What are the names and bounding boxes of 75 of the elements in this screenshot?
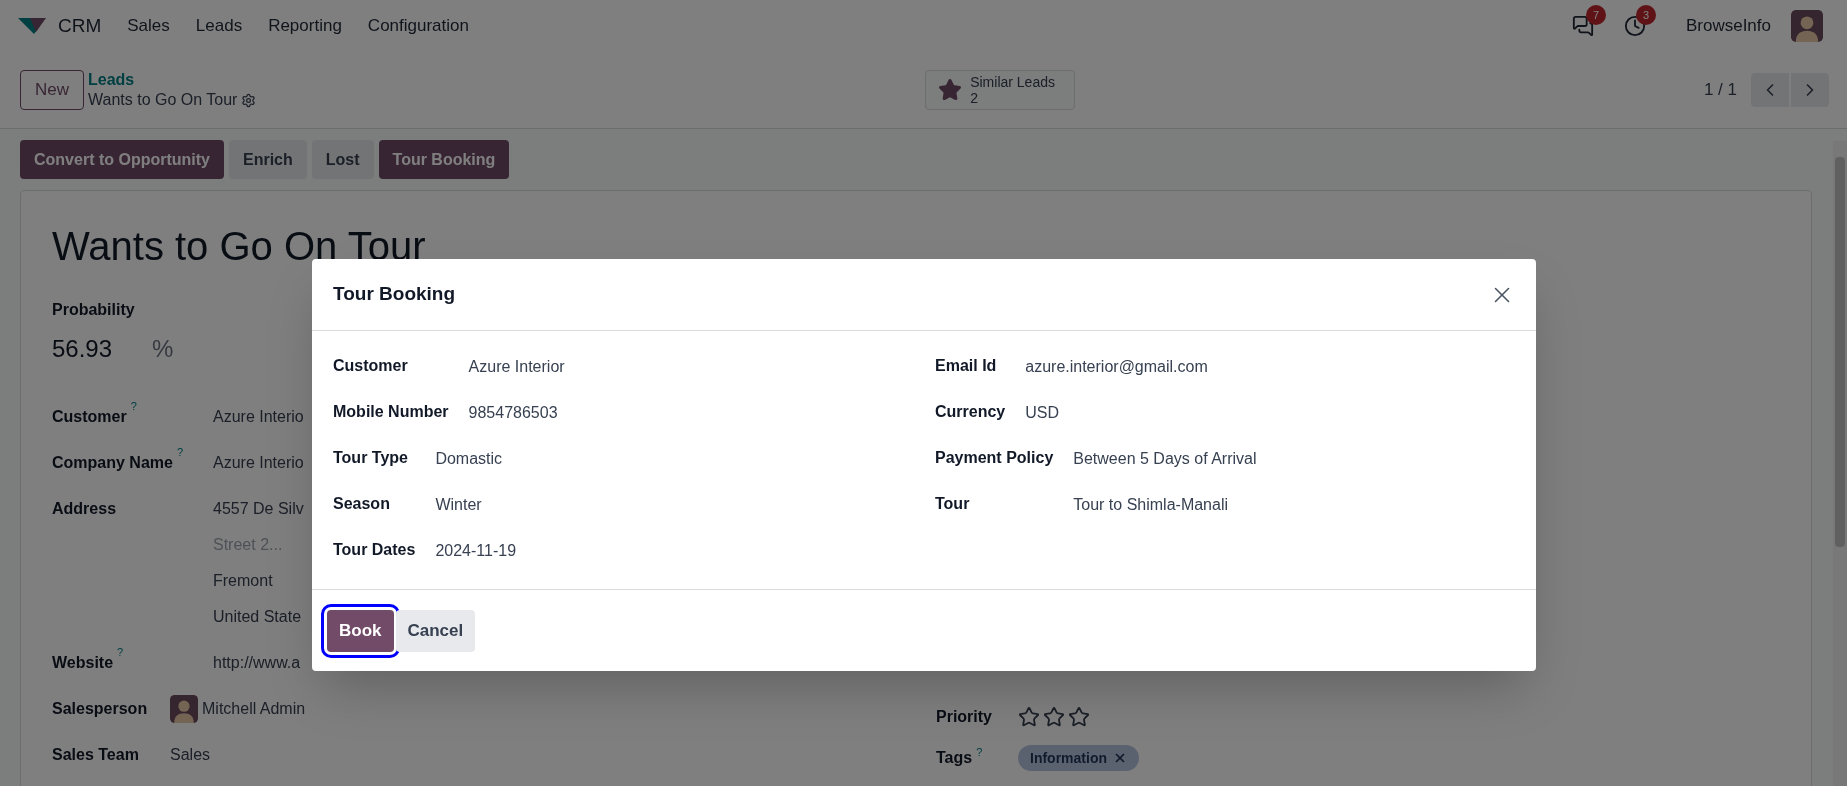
- field-value: Domastic: [435, 449, 504, 469]
- field-value: Between 5 Days of Arrival: [1073, 449, 1258, 469]
- field-label: Currency: [935, 402, 1006, 422]
- field-label: Sales Team: [52, 745, 139, 765]
- breadcrumb-link[interactable]: Leads: [88, 70, 257, 90]
- action-button[interactable]: Convert to Opportunity: [20, 140, 224, 179]
- field-value: Winter: [435, 495, 483, 515]
- remove-icon[interactable]: [1113, 751, 1127, 765]
- help-mark[interactable]: ?: [117, 639, 124, 664]
- pager-value: 1 / 1: [1703, 79, 1737, 102]
- field-value: Azure Interio: [213, 453, 304, 473]
- field-label: Season: [333, 494, 391, 514]
- help-mark[interactable]: ?: [976, 746, 983, 758]
- user-avatar-icon: [170, 695, 198, 723]
- percent-sign: %: [152, 334, 174, 364]
- action-button[interactable]: Enrich: [229, 140, 307, 179]
- field-label: Email Id: [935, 356, 998, 376]
- menu-item[interactable]: Configuration: [367, 13, 469, 39]
- smart-button-label: Similar Leads: [970, 74, 1055, 90]
- field-value: Azure Interio: [213, 407, 304, 427]
- dialog-title: Tour Booking: [333, 282, 457, 307]
- action-button[interactable]: Lost: [311, 140, 374, 179]
- field-label: Tags: [936, 748, 973, 768]
- tag-chip: Information: [1018, 745, 1139, 771]
- field-label: Priority: [936, 707, 993, 727]
- count-badge: 7: [1585, 5, 1606, 25]
- field-label: Customer: [52, 407, 127, 427]
- field-value: 4557 De Silv: [213, 499, 304, 519]
- field-value: http://www.a: [213, 653, 301, 673]
- app-name[interactable]: CRM: [58, 11, 102, 41]
- settings-icon[interactable]: [241, 92, 257, 108]
- field-value: Sales: [170, 745, 211, 765]
- field-value: Fremont: [213, 571, 273, 591]
- field-label: Payment Policy: [935, 448, 1054, 468]
- record-name: Wants to Go On Tour: [88, 90, 238, 110]
- field-value: United State: [213, 607, 302, 627]
- company-name[interactable]: BrowseInfo: [1685, 13, 1771, 39]
- smart-button-count: 2: [970, 90, 978, 106]
- cancel-button[interactable]: Cancel: [395, 609, 476, 652]
- field-label: Salesperson: [52, 699, 148, 719]
- field-label: Company Name: [52, 453, 173, 473]
- field-value: USD: [1025, 403, 1061, 423]
- menu-item[interactable]: Reporting: [268, 13, 342, 39]
- count-badge: 3: [1635, 5, 1656, 25]
- star-icon: [938, 78, 963, 102]
- star-icon[interactable]: [1043, 706, 1065, 728]
- new-button[interactable]: New: [20, 70, 84, 110]
- field-label: Tour Dates: [333, 540, 416, 560]
- star-icon[interactable]: [1068, 706, 1090, 728]
- similar-leads-button[interactable]: Similar Leads 2: [925, 70, 1076, 110]
- priority-stars[interactable]: [1018, 706, 1090, 728]
- field-value: azure.interior@gmail.com: [1025, 357, 1209, 377]
- field-value: 2024-11-19: [435, 541, 518, 561]
- field-label: Tour: [935, 494, 971, 514]
- field-value: Tour to Shimla-Manali: [1073, 495, 1229, 515]
- messages-icon[interactable]: [1571, 15, 1594, 37]
- menu-item[interactable]: Sales: [127, 13, 170, 39]
- field-label: Mobile Number: [333, 402, 449, 422]
- field-label: Website: [52, 653, 114, 673]
- probability-value: 56.93: [52, 334, 114, 364]
- field-value: Azure Interior: [468, 357, 566, 377]
- probability-label: Probability: [52, 300, 135, 320]
- field-label: Address: [52, 499, 117, 519]
- star-icon[interactable]: [1018, 706, 1040, 728]
- field-value: 9854786503: [468, 403, 559, 423]
- menu-item[interactable]: Leads: [195, 13, 243, 39]
- field-label: Tour Type: [333, 448, 409, 468]
- help-mark[interactable]: ?: [176, 439, 184, 464]
- scrollbar[interactable]: [1833, 141, 1847, 786]
- field-value: Mitchell Admin: [202, 699, 306, 719]
- field-label: Customer: [333, 356, 409, 376]
- user-avatar-icon: [1791, 10, 1823, 42]
- action-button[interactable]: Tour Booking: [378, 140, 510, 179]
- help-mark[interactable]: ?: [130, 393, 137, 418]
- record-title: Wants to Go On Tour: [52, 223, 427, 270]
